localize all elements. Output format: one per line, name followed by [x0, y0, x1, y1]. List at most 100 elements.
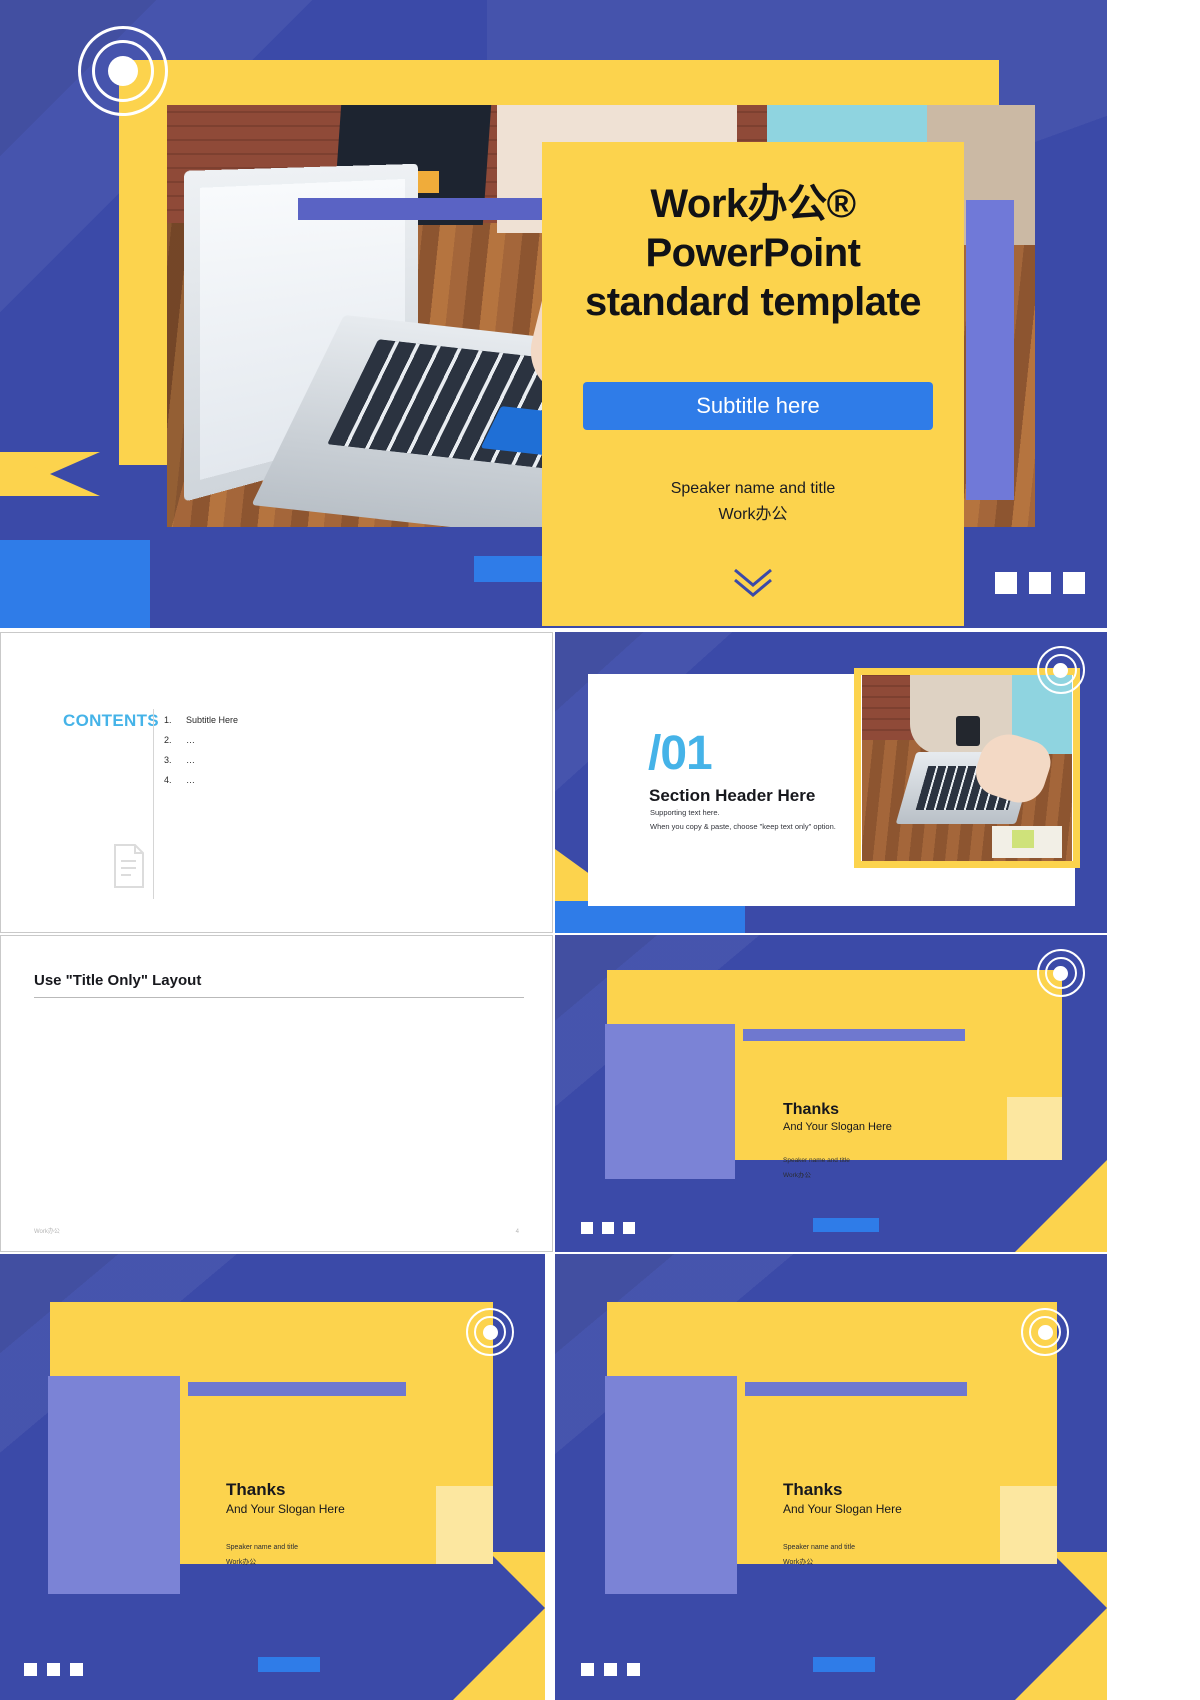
yellow-corner-triangle-secondary: [489, 1552, 545, 1608]
slide-1-title[interactable]: Work办公® PowerPoint standard template Sub…: [0, 0, 1107, 628]
list-item-label: …: [186, 735, 195, 745]
yellow-corner-triangle: [453, 1608, 545, 1700]
blue-accent-block: [0, 540, 150, 628]
blue-accent-chip: [474, 556, 544, 582]
indicator-dot[interactable]: [941, 894, 952, 905]
title-line-3: standard template: [584, 279, 922, 324]
lavender-block: [605, 1376, 737, 1594]
indicator-dot[interactable]: [70, 1663, 83, 1676]
thanks-slogan: And Your Slogan Here: [783, 1121, 892, 1133]
lavender-bar: [298, 198, 548, 220]
indicator-dot[interactable]: [602, 1222, 614, 1234]
thanks-pale-panel: [436, 1486, 493, 1564]
indicator-dot[interactable]: [581, 1222, 593, 1234]
yellow-triangle-lower: [0, 452, 100, 496]
speaker-block: Speaker name and title Work办公: [542, 476, 964, 527]
lavender-block: [48, 1376, 180, 1594]
speaker-organization: Work办公: [718, 505, 788, 523]
title-line-1: Work办公®: [650, 182, 856, 226]
slide-5-thanks[interactable]: Thanks And Your Slogan Here Speaker name…: [555, 935, 1107, 1252]
lavender-block: [605, 1024, 735, 1179]
footer-organization: Work办公: [34, 1229, 60, 1235]
target-ring-dot-icon: [483, 1325, 498, 1340]
slide-3-section-header[interactable]: /01 Section Header Here Supporting text …: [555, 632, 1107, 933]
target-ring-dot-icon: [1038, 1325, 1053, 1340]
photo-note-highlight: [1012, 830, 1034, 848]
list-item-number: 3.: [164, 755, 172, 765]
indicator-dot[interactable]: [623, 1222, 635, 1234]
list-item[interactable]: 1. Subtitle Here: [164, 715, 414, 725]
slide-indicator-dots[interactable]: [581, 1222, 635, 1234]
thanks-title: Thanks: [226, 1480, 286, 1499]
indicator-dot[interactable]: [627, 1663, 640, 1676]
yellow-corner-triangle: [1015, 1160, 1107, 1252]
slide-deck-preview: Work办公® PowerPoint standard template Sub…: [0, 0, 1200, 1700]
slide-6-thanks[interactable]: Thanks And Your Slogan Here Speaker name…: [0, 1254, 545, 1700]
list-item-label: …: [186, 755, 195, 765]
yellow-corner-triangle: [1015, 1608, 1107, 1700]
blue-accent-chip: [813, 1218, 879, 1232]
page-title: Work办公® PowerPoint standard template: [542, 180, 964, 326]
contents-divider: [153, 709, 154, 899]
slide-2-contents[interactable]: CONTENTS 1. Subtitle Here 2. … 3. … 4. …: [0, 632, 553, 933]
indicator-dot[interactable]: [1063, 572, 1085, 594]
title-underline: [34, 997, 524, 998]
speaker-name: Speaker name and title: [670, 480, 836, 497]
thanks-organization: Work办公: [226, 1559, 257, 1566]
indicator-dot[interactable]: [581, 1663, 594, 1676]
section-photo-laptop: [862, 674, 1072, 862]
lavender-bar: [743, 1029, 965, 1041]
list-item[interactable]: 4. …: [164, 775, 414, 785]
thanks-speaker: Speaker name and title: [783, 1157, 850, 1164]
document-icon: [109, 841, 149, 896]
lavender-bar: [745, 1382, 967, 1396]
list-item-number: 1.: [164, 715, 172, 725]
blue-accent-chip: [813, 1657, 875, 1672]
chevron-down-icon[interactable]: [542, 564, 964, 604]
indicator-dot[interactable]: [995, 572, 1017, 594]
thanks-pale-panel: [1000, 1486, 1057, 1564]
slide-title: Use "Title Only" Layout: [34, 972, 202, 989]
section-support-line-2: When you copy & paste, choose "keep text…: [650, 822, 836, 831]
indicator-dot[interactable]: [895, 894, 906, 905]
list-item-label: …: [186, 775, 195, 785]
lavender-bar: [188, 1382, 406, 1396]
indicator-dot[interactable]: [1029, 572, 1051, 594]
slide-indicator-dots[interactable]: [581, 1663, 640, 1676]
thanks-organization: Work办公: [783, 1559, 814, 1566]
subtitle-button-label: Subtitle here: [696, 393, 820, 418]
slide-indicator-dots[interactable]: [995, 572, 1085, 594]
subtitle-button[interactable]: Subtitle here: [583, 382, 933, 430]
contents-list: 1. Subtitle Here 2. … 3. … 4. …: [164, 715, 414, 795]
slide-4-title-only[interactable]: Use "Title Only" Layout Work办公 4: [0, 935, 553, 1252]
target-ring-dot-icon: [1053, 966, 1068, 981]
thanks-slogan: And Your Slogan Here: [226, 1502, 345, 1516]
thanks-title: Thanks: [783, 1101, 840, 1118]
section-number: /01: [648, 727, 713, 780]
section-support-line-1: Supporting text here.: [650, 808, 720, 817]
indicator-dot[interactable]: [47, 1663, 60, 1676]
thanks-slogan: And Your Slogan Here: [783, 1502, 902, 1516]
indicator-dot[interactable]: [24, 1663, 37, 1676]
contents-label: CONTENTS: [63, 711, 159, 730]
thanks-speaker: Speaker name and title: [226, 1544, 298, 1551]
lavender-column: [966, 200, 1014, 500]
list-item-label: Subtitle Here: [186, 715, 239, 725]
target-ring-dot-icon: [1053, 663, 1068, 678]
thanks-organization: Work办公: [783, 1172, 812, 1179]
title-line-2: PowerPoint: [645, 230, 861, 275]
yellow-corner-triangle-secondary: [1051, 1552, 1107, 1608]
photo-mug: [956, 716, 980, 746]
slide-indicator-dots[interactable]: [24, 1663, 83, 1676]
footer-page-number: 4: [515, 1229, 519, 1235]
slide-7-thanks[interactable]: Thanks And Your Slogan Here Speaker name…: [555, 1254, 1107, 1700]
list-item[interactable]: 2. …: [164, 735, 414, 745]
indicator-dot[interactable]: [918, 894, 929, 905]
list-item[interactable]: 3. …: [164, 755, 414, 765]
section-header-title: Section Header Here: [649, 786, 816, 805]
thanks-title: Thanks: [783, 1480, 843, 1499]
target-ring-dot-icon: [108, 56, 138, 86]
indicator-dot[interactable]: [604, 1663, 617, 1676]
list-item-number: 2.: [164, 735, 172, 745]
slide-indicator-dots[interactable]: [895, 894, 952, 905]
